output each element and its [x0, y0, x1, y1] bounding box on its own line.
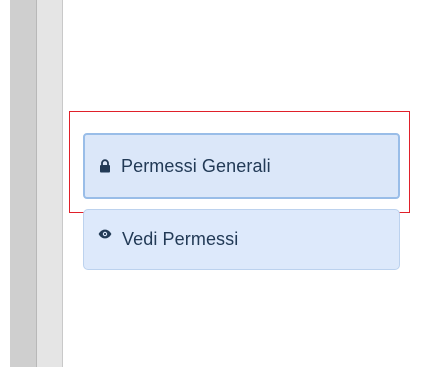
page-margin [0, 0, 10, 367]
general-permissions-button[interactable]: Permessi Generali [83, 133, 400, 199]
general-permissions-label: Permessi Generali [121, 155, 271, 176]
sidebar-rail-light [37, 0, 63, 367]
lock-icon [99, 159, 111, 173]
eye-icon [98, 229, 112, 239]
view-permissions-label: Vedi Permessi [122, 229, 239, 249]
sidebar-rail-dark [10, 0, 37, 367]
view-permissions-button[interactable]: Vedi Permessi [83, 209, 400, 270]
